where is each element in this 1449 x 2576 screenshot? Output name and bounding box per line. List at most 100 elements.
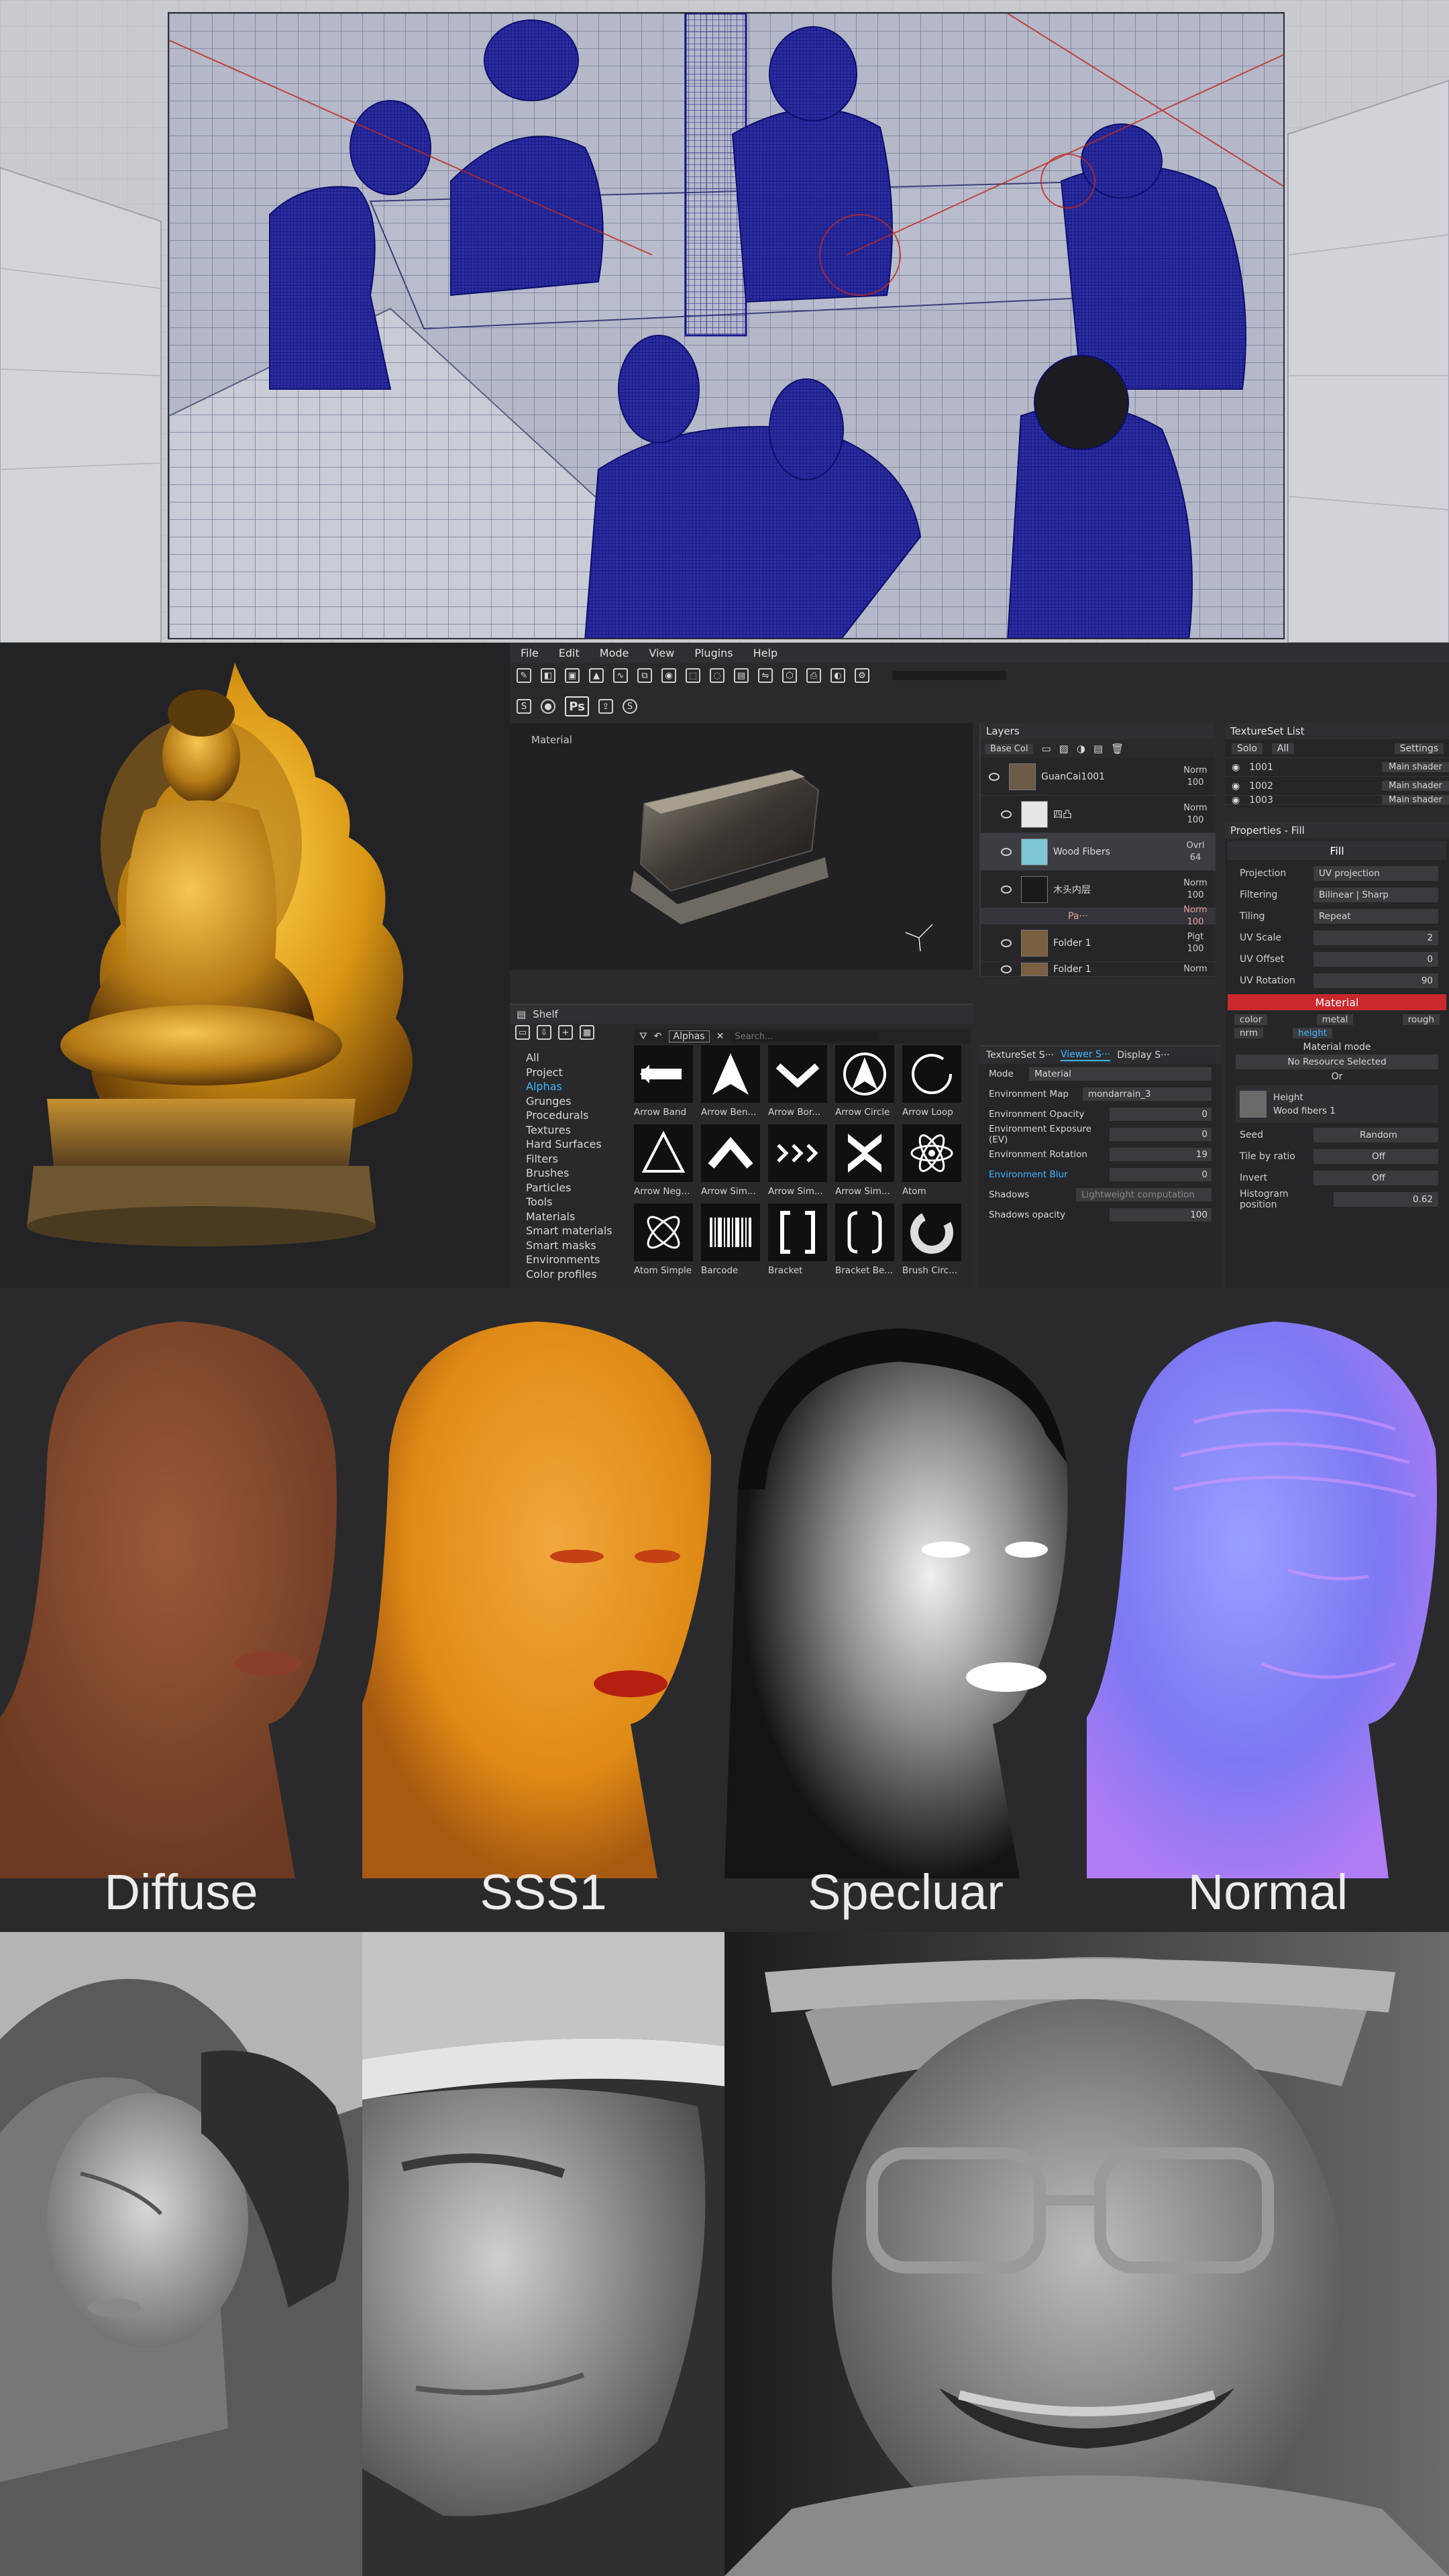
layer-row[interactable]: Folder 1 Norm [981,962,1216,977]
alpha-tile[interactable]: Bracket [768,1203,833,1283]
tab-viewer-settings[interactable]: Viewer S··· [1060,1049,1111,1061]
filter-tag[interactable]: Alphas [668,1030,710,1042]
new-folder-icon[interactable]: + [558,1025,573,1040]
lasso-icon[interactable]: ◌ [710,668,724,683]
category-item[interactable]: Grunges [522,1094,629,1109]
textureset-settings-button[interactable]: Settings [1394,743,1444,754]
photoshop-icon[interactable]: Ps [565,696,589,716]
menu-mode[interactable]: Mode [600,647,629,659]
import-icon[interactable]: ⇩ [537,1025,551,1040]
alpha-tile[interactable]: Arrow Loop [902,1045,967,1124]
textureset-row[interactable]: ◉ 1001 Main shader [1225,758,1449,777]
3d-viewport[interactable]: Material [510,723,973,970]
alpha-tile[interactable]: Barcode [701,1203,765,1283]
layer-row-selected[interactable]: Wood Fibers Ovrl 64 [981,833,1216,871]
export-icon[interactable]: ⇪ [598,699,613,714]
layer-row[interactable]: Pa··· Norm 100 [981,905,1216,927]
mode-dropdown[interactable]: Material [1029,1067,1212,1081]
radio-icon[interactable]: ◉ [1232,796,1240,804]
layer-row[interactable]: 四凸 Norm 100 [981,796,1216,833]
menu-file[interactable]: File [521,647,539,659]
layer-row[interactable]: Folder 1 Pigt 100 [981,924,1216,962]
tab-textureset-settings[interactable]: TextureSet S··· [986,1050,1054,1061]
shadows-opacity-value[interactable]: 100 [1110,1208,1212,1222]
category-item[interactable]: Environments [522,1252,629,1267]
shader-dropdown[interactable]: Main shader [1382,762,1449,772]
camera-icon[interactable]: ▤ [734,668,749,683]
setting-value[interactable]: 19 [1110,1148,1212,1161]
solo-button[interactable]: Solo [1232,743,1263,754]
material-resource-slot[interactable]: No Resource Selected [1236,1055,1438,1069]
height-resource-slot[interactable]: Height Wood fibers 1 [1236,1085,1438,1123]
category-item[interactable]: All [522,1051,629,1065]
textureset-row[interactable]: ◉ 1003 Main shader [1225,796,1449,805]
tool-size-slider[interactable] [892,671,1006,680]
filter-icon[interactable]: ⛛ [639,1031,647,1042]
add-folder-icon[interactable]: ▤ [1093,743,1103,755]
radio-icon[interactable]: ◉ [1232,762,1240,773]
alpha-tile[interactable]: Brush Circ... [902,1203,967,1283]
channel-metal-button[interactable]: metal [1316,1014,1354,1025]
clone-icon[interactable]: ⧉ [637,668,652,683]
menu-view[interactable]: View [649,647,674,659]
category-item[interactable]: Project [522,1065,629,1080]
category-item[interactable]: Textures [522,1123,629,1138]
alpha-tile[interactable]: Arrow Sim... [701,1124,765,1203]
menu-edit[interactable]: Edit [559,647,580,659]
visibility-eye-icon[interactable] [1001,810,1012,818]
fill-header[interactable]: Fill [1228,841,1446,860]
polygon-fill-icon[interactable]: ▲ [589,668,604,683]
category-item[interactable]: Procedurals [522,1108,629,1123]
visibility-eye-icon[interactable] [1001,965,1012,973]
layer-row[interactable]: 木头内层 Norm 100 [981,871,1216,908]
property-value[interactable]: Bilinear | Sharp [1313,888,1438,902]
alpha-tile[interactable]: Atom [902,1124,967,1203]
tab-display-settings[interactable]: Display S··· [1117,1050,1169,1061]
alpha-tile[interactable]: Atom Simple [634,1203,698,1283]
visibility-eye-icon[interactable] [989,772,1000,781]
property-value[interactable]: Random [1313,1128,1438,1142]
alpha-tile[interactable]: Arrow Circle [835,1045,900,1124]
paint-brush-icon[interactable]: ✎ [517,668,531,683]
alpha-tile[interactable]: Arrow Ben... [701,1045,765,1124]
view-cube-icon[interactable]: ⬡ [782,668,797,683]
render-icon[interactable]: ◐ [830,668,845,683]
menu-help[interactable]: Help [753,647,777,659]
folder-icon[interactable]: ▭ [515,1025,530,1040]
channel-nrm-button[interactable]: nrm [1234,1028,1264,1038]
add-mask-icon[interactable]: ◑ [1077,743,1085,755]
category-item[interactable]: Materials [522,1210,629,1224]
alpha-tile[interactable]: Arrow Bor... [768,1045,833,1124]
alpha-tile[interactable]: Arrow Band [634,1045,698,1124]
channel-color-button[interactable]: color [1234,1014,1268,1025]
category-item[interactable]: Smart materials [522,1224,629,1238]
add-fill-layer-icon[interactable]: ▨ [1059,743,1069,755]
symmetry-icon[interactable]: ⇋ [758,668,773,683]
screenshot-icon[interactable]: ⎙ [806,668,821,683]
category-item[interactable]: Color profiles [522,1267,629,1282]
setting-value[interactable]: 0 [1110,1128,1212,1141]
category-item[interactable]: Smart masks [522,1238,629,1253]
visibility-eye-icon[interactable] [1001,847,1012,856]
property-value[interactable]: 90 [1313,973,1438,988]
alpha-tile[interactable]: Bracket Be... [835,1203,900,1283]
alpha-tile[interactable]: Arrow Sim... [835,1124,900,1203]
visibility-eye-icon[interactable] [1001,885,1012,894]
property-value[interactable]: 0.62 [1334,1192,1438,1207]
eraser-icon[interactable]: ◧ [541,668,555,683]
alpha-tile[interactable]: Arrow Sim... [768,1124,833,1203]
property-value[interactable]: UV projection [1313,866,1438,881]
radio-icon[interactable]: ◉ [1232,781,1240,792]
category-item[interactable]: Filters [522,1152,629,1167]
property-value[interactable]: Off [1313,1149,1438,1164]
visibility-eye-icon[interactable] [1001,938,1012,947]
textureset-row[interactable]: ◉ 1002 Main shader [1225,777,1449,796]
env-map-value[interactable]: mondarrain_3 [1083,1087,1212,1101]
setting-value[interactable]: 0 [1110,1168,1212,1181]
smudge-icon[interactable]: ∿ [613,668,628,683]
property-value[interactable]: 0 [1313,952,1438,967]
projection-icon[interactable]: ▣ [565,668,580,683]
property-value[interactable]: 2 [1313,930,1438,945]
category-item[interactable]: Tools [522,1195,629,1210]
shelf-search-input[interactable] [731,1031,879,1042]
